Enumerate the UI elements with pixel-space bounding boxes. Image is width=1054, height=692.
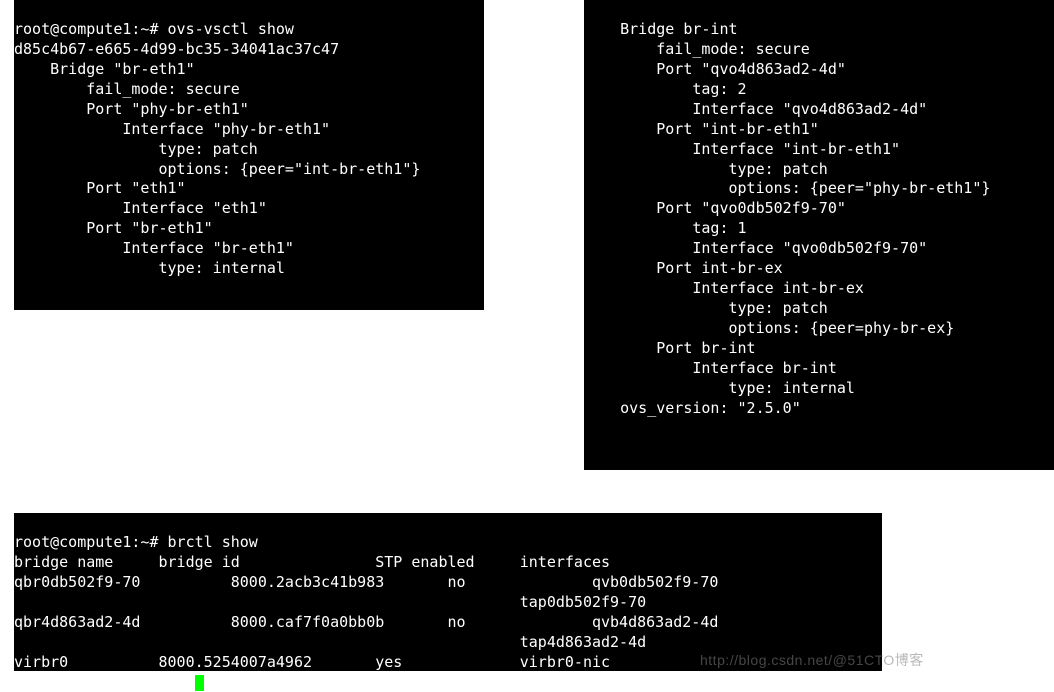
table-row: tap4d863ad2-4d (14, 633, 646, 651)
output-line: Bridge "br-eth1" (14, 60, 195, 78)
output-line: Port "phy-br-eth1" (14, 100, 249, 118)
output-line: Interface br-int (584, 359, 837, 377)
output-line: fail_mode: secure (14, 80, 240, 98)
output-line: Port int-br-ex (584, 259, 783, 277)
table-row: qbr0db502f9-70 8000.2acb3c41b983 no qvb0… (14, 573, 718, 591)
output-line: type: internal (14, 259, 285, 277)
output-line: type: patch (14, 140, 258, 158)
prompt: root@compute1:~# (14, 20, 168, 38)
output-line: Interface "eth1" (14, 199, 267, 217)
output-line: tag: 1 (584, 219, 747, 237)
output-line: ovs_version: "2.5.0" (584, 399, 801, 417)
command-text: brctl show (168, 533, 258, 551)
output-line: Interface "br-eth1" (14, 239, 294, 257)
table-row: qbr4d863ad2-4d 8000.caf7f0a0bb0b no qvb4… (14, 613, 718, 631)
output-line: Interface "int-br-eth1" (584, 140, 900, 158)
output-line: options: {peer="int-br-eth1"} (14, 160, 420, 178)
terminal-ovs-right: Bridge br-int fail_mode: secure Port "qv… (584, 0, 1054, 470)
output-line: type: internal (584, 379, 855, 397)
output-line: Port "br-eth1" (14, 219, 213, 237)
output-line: Interface "qvo0db502f9-70" (584, 239, 927, 257)
output-line: options: {peer="phy-br-eth1"} (584, 179, 990, 197)
terminal-ovs-left: root@compute1:~# ovs-vsctl show d85c4b67… (14, 0, 484, 310)
output-line: Port "eth1" (14, 179, 186, 197)
output-line: d85c4b67-e665-4d99-bc35-34041ac37c47 (14, 40, 339, 58)
command-text: ovs-vsctl show (168, 20, 294, 38)
prompt: root@compute1:~# (14, 533, 168, 551)
output-line: Port "int-br-eth1" (584, 120, 819, 138)
output-line: Interface "phy-br-eth1" (14, 120, 330, 138)
table-row: virbr0 8000.5254007a4962 yes virbr0-nic (14, 653, 610, 671)
output-line: Bridge br-int (584, 20, 738, 38)
output-line: Interface "qvo4d863ad2-4d" (584, 100, 927, 118)
table-header: bridge name bridge id STP enabled interf… (14, 553, 610, 571)
output-line: Interface int-br-ex (584, 279, 864, 297)
output-line: options: {peer=phy-br-ex} (584, 319, 954, 337)
output-line: Port "qvo4d863ad2-4d" (584, 60, 846, 78)
cursor-icon (195, 675, 204, 691)
output-line: type: patch (584, 160, 828, 178)
output-line: Port "qvo0db502f9-70" (584, 199, 846, 217)
output-line: tag: 2 (584, 80, 747, 98)
output-line: Port br-int (584, 339, 756, 357)
terminal-brctl: root@compute1:~# brctl show bridge name … (14, 513, 882, 671)
output-line: type: patch (584, 299, 828, 317)
table-row: tap0db502f9-70 (14, 593, 646, 611)
output-line: fail_mode: secure (584, 40, 810, 58)
